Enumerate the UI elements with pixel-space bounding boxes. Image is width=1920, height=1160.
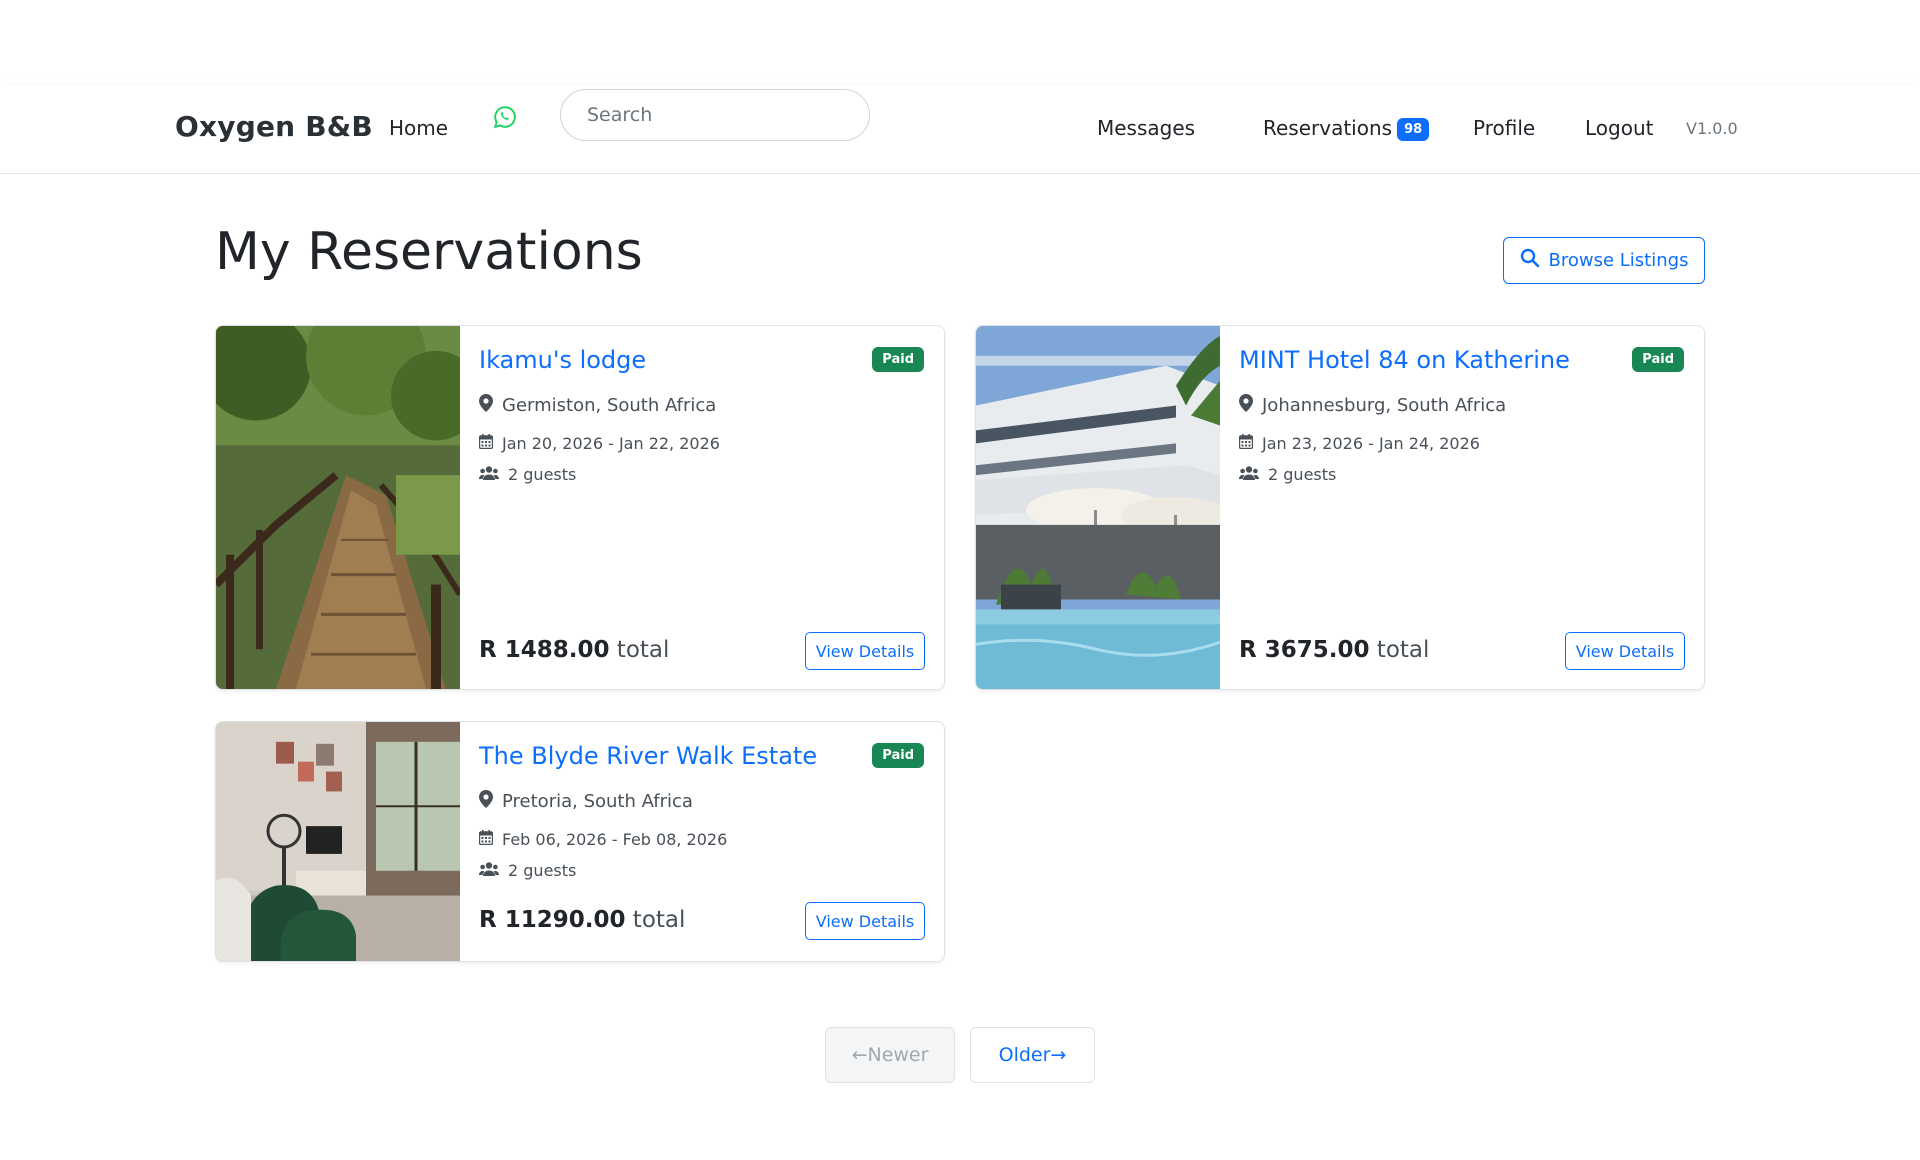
browse-listings-button[interactable]: Browse Listings [1503,237,1705,284]
reservation-dates: Feb 06, 2026 - Feb 08, 2026 [478,830,728,849]
price-amount: R 11290.00 [479,907,626,933]
listing-photo [216,722,460,961]
listing-title[interactable]: Ikamu's lodge [479,346,646,374]
location-text: Pretoria, South Africa [502,791,693,812]
nav-reservations-label: Reservations [1263,116,1393,140]
view-details-button[interactable]: View Details [1565,632,1685,670]
users-icon [479,465,499,484]
price-suffix: total [632,907,686,933]
newer-page-button[interactable]: ←Newer [825,1027,955,1083]
calendar-icon [478,434,494,453]
reservation-guests: 2 guests [1239,465,1336,484]
status-badge: Paid [872,743,924,768]
guests-text: 2 guests [1268,465,1337,484]
status-badge: Paid [1632,347,1684,372]
search-input[interactable] [560,89,870,141]
map-pin-icon [1239,394,1253,417]
calendar-icon [1238,434,1254,453]
users-icon [479,861,499,880]
browse-listings-label: Browse Listings [1548,250,1689,271]
reservation-guests: 2 guests [479,861,576,880]
price-suffix: total [616,637,670,663]
price-amount: R 3675.00 [1239,637,1370,663]
map-pin-icon [479,394,493,417]
users-icon [1239,465,1259,484]
whatsapp-icon[interactable] [493,105,517,129]
dates-text: Jan 20, 2026 - Jan 22, 2026 [502,434,720,453]
location-text: Germiston, South Africa [502,395,717,416]
reservation-dates: Jan 20, 2026 - Jan 22, 2026 [478,434,720,453]
reservation-dates: Jan 23, 2026 - Jan 24, 2026 [1238,434,1480,453]
guests-text: 2 guests [508,465,577,484]
brand-logo[interactable]: Oxygen B&B [175,110,373,143]
listing-location: Germiston, South Africa [479,394,716,417]
reservation-card[interactable]: MINT Hotel 84 on Katherine Paid Johannes… [975,325,1705,690]
nav-logout[interactable]: Logout [1585,116,1653,140]
listing-location: Johannesburg, South Africa [1239,394,1506,417]
reservation-total: R 11290.00 total [479,907,685,933]
nav-reservations[interactable]: Reservations 98 [1263,116,1430,141]
listing-title[interactable]: The Blyde River Walk Estate [479,742,817,770]
location-text: Johannesburg, South Africa [1262,395,1507,416]
reservation-total: R 3675.00 total [1239,637,1429,663]
reservation-guests: 2 guests [479,465,576,484]
listing-photo [976,326,1220,689]
reservations-count-badge: 98 [1397,118,1430,141]
price-amount: R 1488.00 [479,637,610,663]
map-pin-icon [479,790,493,813]
listing-photo [216,326,460,689]
navbar: Oxygen B&B Home Messages Reservations98 … [0,86,1920,174]
older-page-button[interactable]: Older→ [970,1027,1095,1083]
version-label: V1.0.0 [1686,119,1738,138]
calendar-icon [478,830,494,849]
reservation-card[interactable]: The Blyde River Walk Estate Paid Pretori… [215,721,945,962]
listing-location: Pretoria, South Africa [479,790,693,813]
guests-text: 2 guests [508,861,577,880]
view-details-button[interactable]: View Details [805,902,925,940]
reservation-total: R 1488.00 total [479,637,669,663]
search-icon [1520,248,1540,273]
nav-profile[interactable]: Profile [1473,116,1535,140]
status-badge: Paid [872,347,924,372]
reservation-card[interactable]: Ikamu's lodge Paid Germiston, South Afri… [215,325,945,690]
nav-messages[interactable]: Messages [1097,116,1195,140]
listing-title[interactable]: MINT Hotel 84 on Katherine [1239,346,1570,374]
dates-text: Feb 06, 2026 - Feb 08, 2026 [502,830,728,849]
price-suffix: total [1376,637,1430,663]
page-title: My Reservations [215,222,643,282]
view-details-button[interactable]: View Details [805,632,925,670]
dates-text: Jan 23, 2026 - Jan 24, 2026 [1262,434,1480,453]
nav-home[interactable]: Home [389,116,448,140]
